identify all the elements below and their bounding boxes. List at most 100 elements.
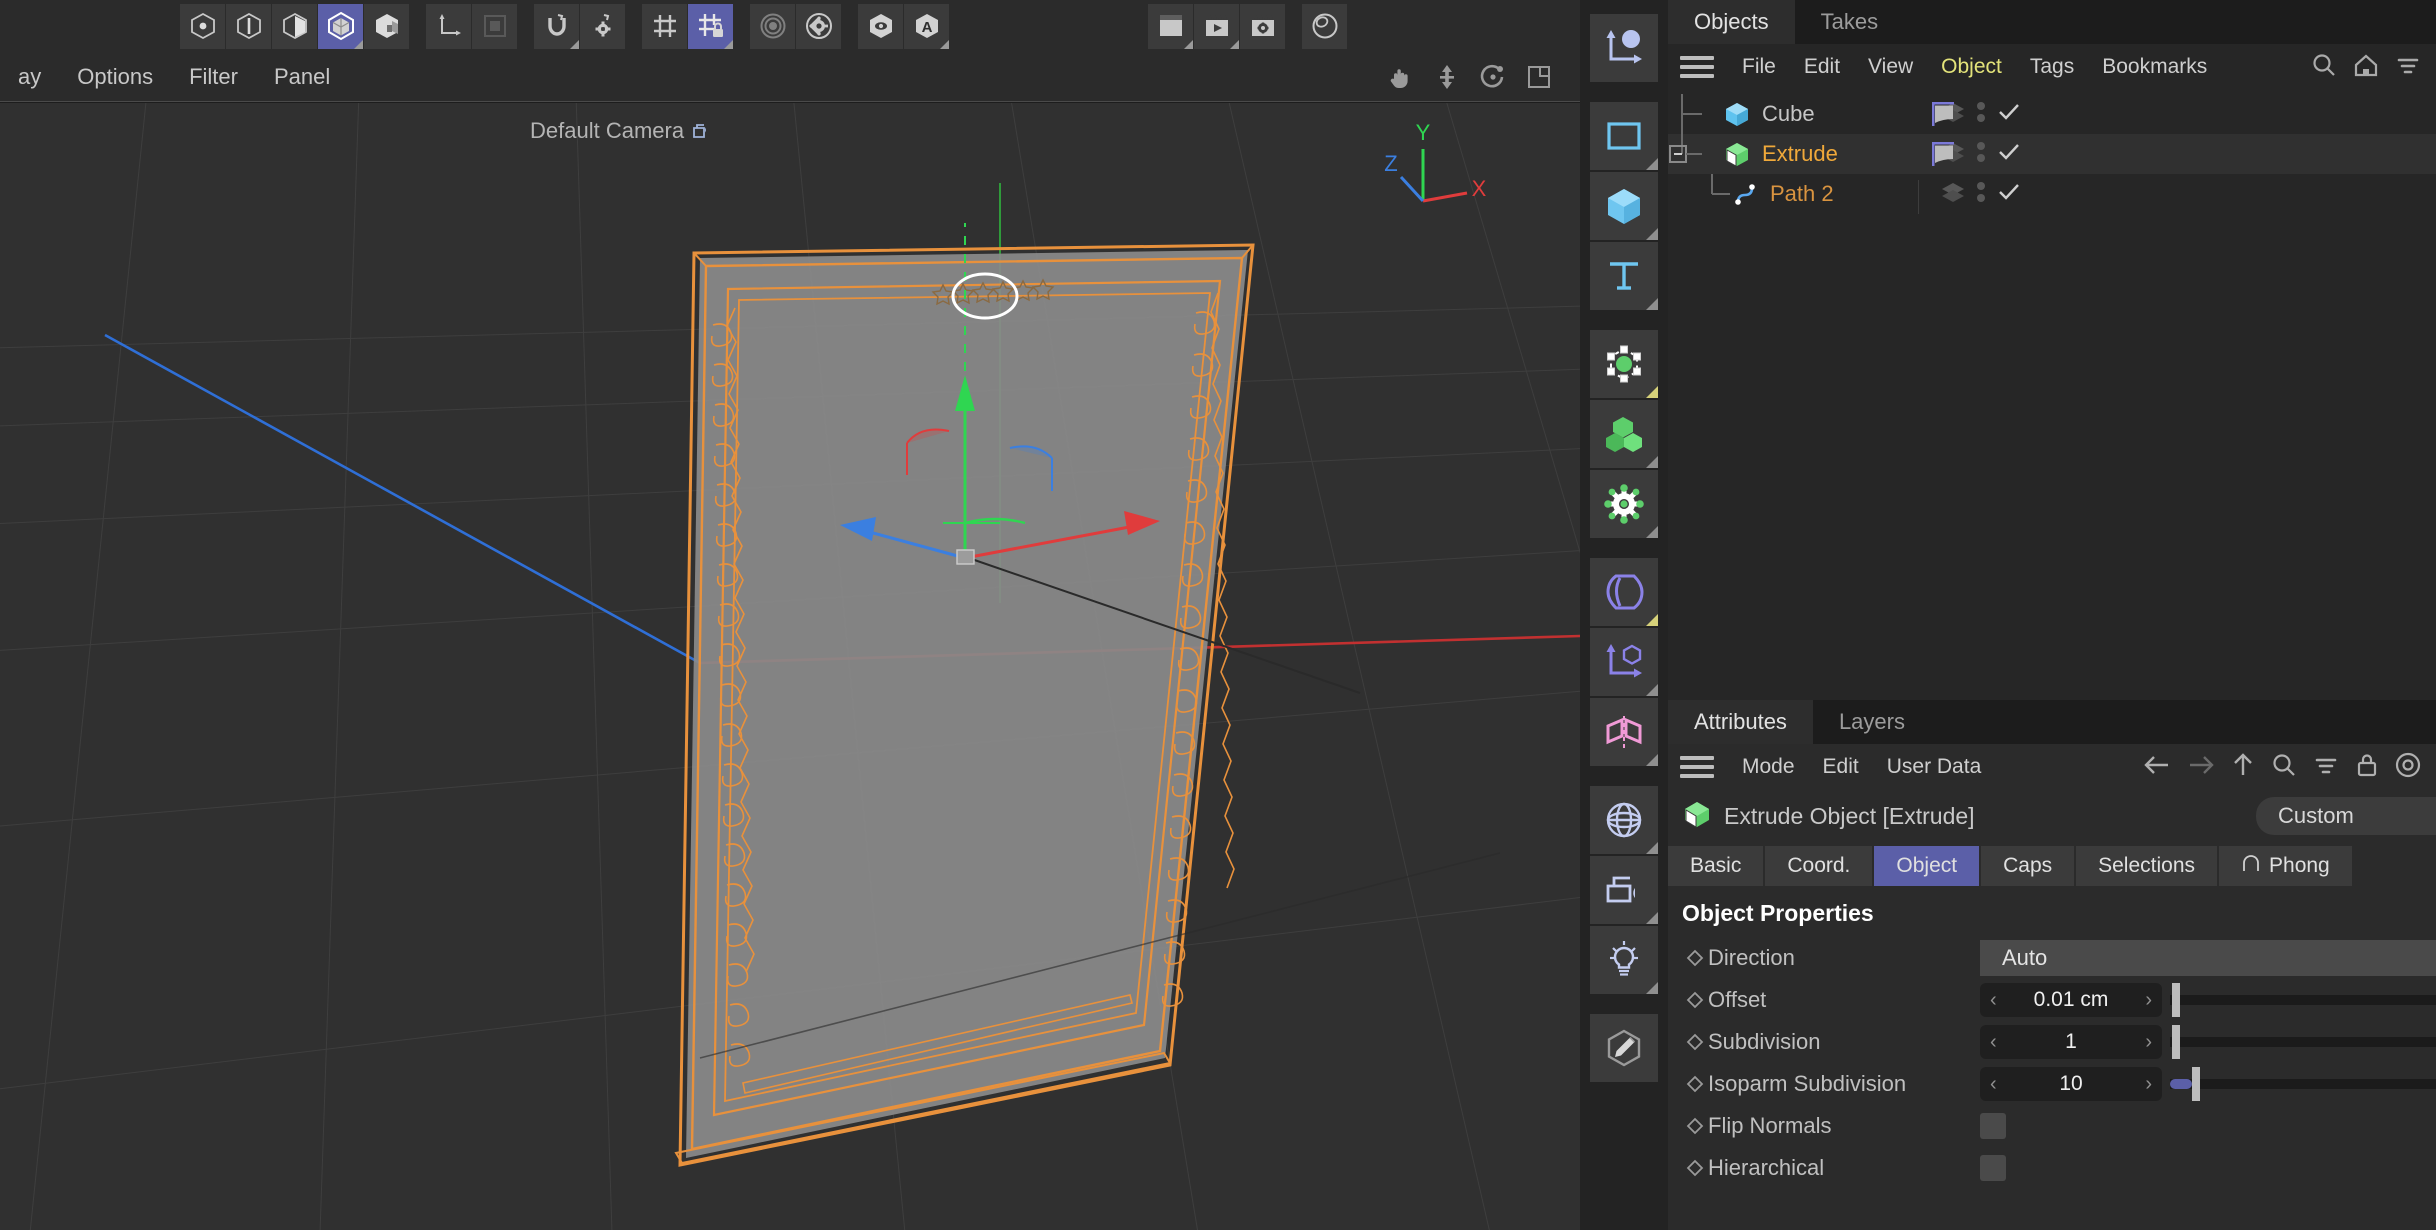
increment-arrow-icon[interactable]: › <box>2145 989 2152 1012</box>
object-name-cube[interactable]: Cube <box>1762 101 1815 127</box>
orbit-rotate-icon[interactable] <box>1470 57 1516 97</box>
point-mode-icon[interactable] <box>180 3 225 49</box>
object-row-cube[interactable]: Cube <box>1668 94 2436 134</box>
attributes-hamburger-icon[interactable] <box>1680 756 1714 778</box>
visibility-dots[interactable] <box>1976 179 1986 210</box>
edge-mode-icon[interactable] <box>226 3 271 49</box>
arrow-back-icon[interactable] <box>2142 752 2172 783</box>
keyframe-diamond-icon[interactable] <box>1682 1075 1708 1093</box>
paint-pencil-icon[interactable] <box>1590 1014 1658 1082</box>
world-object-icon[interactable] <box>472 3 517 49</box>
tab-object[interactable]: Object <box>1874 846 1980 886</box>
hierarchical-checkbox[interactable] <box>1980 1155 2006 1181</box>
render-queue-icon[interactable] <box>1194 3 1239 49</box>
arrow-up-icon[interactable] <box>2230 751 2256 784</box>
object-tag-phong-extrude[interactable] <box>1930 140 1964 175</box>
filter-icon[interactable] <box>2312 751 2340 784</box>
tab-objects[interactable]: Objects <box>1668 0 1795 44</box>
keyframe-diamond-icon[interactable] <box>1682 1159 1708 1177</box>
filter-icon[interactable] <box>2394 51 2422 84</box>
object-manager-hamburger-icon[interactable] <box>1680 56 1714 78</box>
options-menu[interactable]: Options <box>59 64 171 90</box>
tab-layers[interactable]: Layers <box>1813 700 1931 744</box>
tab-caps[interactable]: Caps <box>1981 846 2075 886</box>
render-settings-clapper-icon[interactable] <box>1240 3 1285 49</box>
search-icon[interactable] <box>2310 51 2338 84</box>
viewport-camera-label[interactable]: Default Camera <box>530 118 714 144</box>
camera-object-icon[interactable] <box>1590 856 1658 924</box>
increment-arrow-icon[interactable]: › <box>2145 1073 2152 1096</box>
pan-hand-icon[interactable] <box>1378 57 1424 97</box>
flip-normals-checkbox[interactable] <box>1980 1113 2006 1139</box>
home-icon[interactable] <box>2352 51 2380 84</box>
deformer-icon[interactable] <box>1590 330 1658 398</box>
polygon-mode-icon[interactable] <box>272 3 317 49</box>
decrement-arrow-icon[interactable]: ‹ <box>1990 1031 1997 1054</box>
snap-settings-icon[interactable] <box>580 3 625 49</box>
axis-modify-icon[interactable] <box>426 3 471 49</box>
panel-menu[interactable]: Panel <box>256 64 348 90</box>
visibility-eye-icon[interactable] <box>858 3 903 49</box>
subdivision-number-field[interactable]: ‹ 1 › <box>1980 1025 2162 1059</box>
magnet-snap-icon[interactable] <box>534 3 579 49</box>
offset-slider[interactable] <box>2170 983 2436 1017</box>
spline-rect-icon[interactable] <box>1590 102 1658 170</box>
simulation-gear-icon[interactable] <box>1590 470 1658 538</box>
direction-dropdown[interactable]: Auto <box>1980 940 2436 976</box>
menu-user-data[interactable]: User Data <box>1873 755 1996 779</box>
viewport-3d[interactable]: Default Camera Y X Z <box>0 103 1580 1230</box>
render-settings-icon[interactable] <box>796 3 841 49</box>
tab-basic[interactable]: Basic <box>1668 846 1764 886</box>
tab-takes[interactable]: Takes <box>1795 0 1904 44</box>
preset-dropdown[interactable]: Custom <box>2256 797 2436 835</box>
menu-mode[interactable]: Mode <box>1728 755 1809 779</box>
field-object-icon[interactable] <box>1590 628 1658 696</box>
isoparm-slider-handle[interactable] <box>2192 1067 2200 1101</box>
enabled-check-icon[interactable] <box>1996 181 2022 208</box>
render-view-icon[interactable] <box>750 3 795 49</box>
object-mode-icon[interactable] <box>364 3 409 49</box>
maximize-viewport-icon[interactable] <box>1516 57 1562 97</box>
object-name-path2[interactable]: Path 2 <box>1770 181 1834 207</box>
tab-coord[interactable]: Coord. <box>1765 846 1873 886</box>
search-icon[interactable] <box>2270 751 2298 784</box>
menu-edit[interactable]: Edit <box>1809 755 1873 779</box>
decrement-arrow-icon[interactable]: ‹ <box>1990 989 1997 1012</box>
cube-primitive-icon[interactable] <box>1590 172 1658 240</box>
object-row-extrude[interactable]: Extrude <box>1668 134 2436 174</box>
subdivision-slider[interactable] <box>2170 1025 2436 1059</box>
filter-menu[interactable]: Filter <box>171 64 256 90</box>
axis-object-icon[interactable] <box>1590 14 1658 82</box>
isoparm-slider[interactable] <box>2170 1067 2436 1101</box>
lock-icon[interactable] <box>2354 751 2380 784</box>
material-sphere-icon[interactable] <box>1302 3 1347 49</box>
dolly-arrows-icon[interactable] <box>1424 57 1470 97</box>
menu-file[interactable]: File <box>1728 55 1790 79</box>
subdivision-slider-handle[interactable] <box>2172 1025 2180 1059</box>
isoparm-number-field[interactable]: ‹ 10 › <box>1980 1067 2162 1101</box>
model-mode-icon[interactable] <box>318 3 363 49</box>
mograph-cloner-icon[interactable] <box>1590 400 1658 468</box>
decrement-arrow-icon[interactable]: ‹ <box>1990 1073 1997 1096</box>
keyframe-diamond-icon[interactable] <box>1682 1117 1708 1135</box>
light-bulb-icon[interactable] <box>1590 926 1658 994</box>
symmetry-icon[interactable] <box>1590 698 1658 766</box>
workplane-icon[interactable] <box>642 3 687 49</box>
workplane-lock-icon[interactable] <box>688 3 733 49</box>
object-row-path2[interactable]: Path 2 <box>1668 174 2436 214</box>
increment-arrow-icon[interactable]: › <box>2145 1031 2152 1054</box>
layer-stack-icon[interactable] <box>1940 181 1966 208</box>
environment-globe-icon[interactable] <box>1590 786 1658 854</box>
menu-view[interactable]: View <box>1854 55 1927 79</box>
record-target-icon[interactable] <box>2394 751 2422 784</box>
offset-slider-handle[interactable] <box>2172 983 2180 1017</box>
object-tag-phong-cube[interactable] <box>1930 100 1964 135</box>
tree-expander-extrude[interactable] <box>1668 134 1722 174</box>
offset-number-field[interactable]: ‹ 0.01 cm › <box>1980 983 2162 1017</box>
object-name-extrude[interactable]: Extrude <box>1762 141 1838 167</box>
render-picture-viewer-icon[interactable] <box>1148 3 1193 49</box>
menu-edit[interactable]: Edit <box>1790 55 1854 79</box>
display-menu-truncated[interactable]: ay <box>0 64 59 90</box>
bend-deformer-icon[interactable] <box>1590 558 1658 626</box>
annotation-a-icon[interactable]: A <box>904 3 949 49</box>
